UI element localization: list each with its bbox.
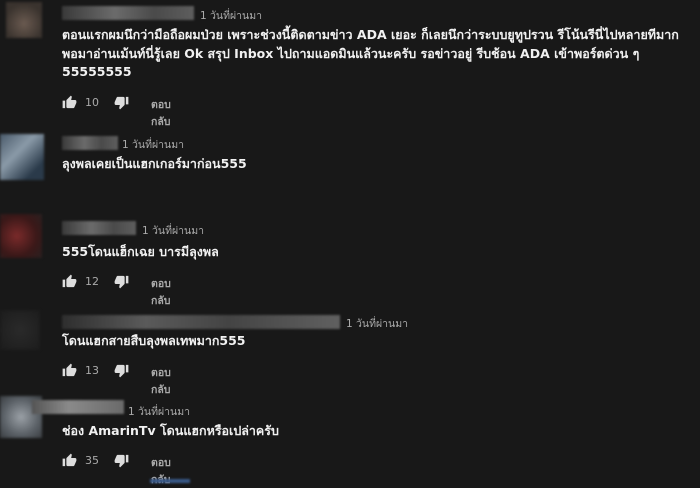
dislike-button[interactable] — [114, 363, 129, 382]
thumbs-down-icon — [114, 454, 129, 468]
thumbs-up-icon — [62, 453, 77, 467]
avatar[interactable] — [0, 134, 44, 180]
author-name[interactable] — [32, 400, 124, 414]
like-count: 35 — [85, 454, 99, 467]
thumbs-down-icon — [114, 364, 129, 378]
reply-button[interactable]: ตอบกลับ — [151, 364, 171, 398]
like-button[interactable] — [62, 95, 77, 114]
comment-text: ตอนแรกผมนึกว่ามือถือผมป่วย เพราะช่วงนี้ต… — [62, 27, 679, 79]
like-count: 13 — [85, 364, 99, 377]
comment-timestamp[interactable]: 1 วันที่ผ่านมา — [122, 136, 184, 153]
thumbs-up-icon — [62, 274, 77, 288]
like-count: 10 — [85, 96, 99, 109]
avatar[interactable] — [0, 310, 40, 350]
author-name[interactable] — [62, 315, 340, 329]
comment-text: ช่อง AmarinTv โดนแฮกหรือเปล่าครับ — [62, 423, 279, 438]
thumbs-up-icon — [62, 95, 77, 109]
comment-timestamp[interactable]: 1 วันที่ผ่านมา — [346, 315, 408, 332]
dislike-button[interactable] — [114, 95, 129, 114]
comment-text: โดนแฮกสายสืบลุงพลเทพมาก555 — [62, 333, 246, 348]
thumbs-down-icon — [114, 275, 129, 289]
like-button[interactable] — [62, 274, 77, 293]
comment-text: 555โดนแฮ็กเฉย บารมีลุงพล — [62, 244, 219, 259]
like-button[interactable] — [62, 363, 77, 382]
author-name[interactable] — [62, 221, 136, 235]
comment-timestamp[interactable]: 1 วันที่ผ่านมา — [128, 403, 190, 420]
like-count: 12 — [85, 275, 99, 288]
comment-text: ลุงพลเคยเป็นแฮกเกอร์มาก่อน555 — [62, 156, 247, 171]
author-name[interactable] — [62, 6, 194, 20]
comment-timestamp[interactable]: 1 วันที่ผ่านมา — [200, 7, 262, 24]
next-comment-author-peek — [150, 479, 190, 483]
dislike-button[interactable] — [114, 453, 129, 472]
reply-button[interactable]: ตอบกลับ — [151, 96, 171, 130]
comment-timestamp[interactable]: 1 วันที่ผ่านมา — [142, 222, 204, 239]
dislike-button[interactable] — [114, 274, 129, 293]
thumbs-down-icon — [114, 96, 129, 110]
thumbs-up-icon — [62, 363, 77, 377]
like-button[interactable] — [62, 453, 77, 472]
avatar[interactable] — [0, 214, 42, 258]
avatar[interactable] — [6, 2, 42, 38]
reply-button[interactable]: ตอบกลับ — [151, 275, 171, 309]
author-name[interactable] — [62, 136, 118, 150]
